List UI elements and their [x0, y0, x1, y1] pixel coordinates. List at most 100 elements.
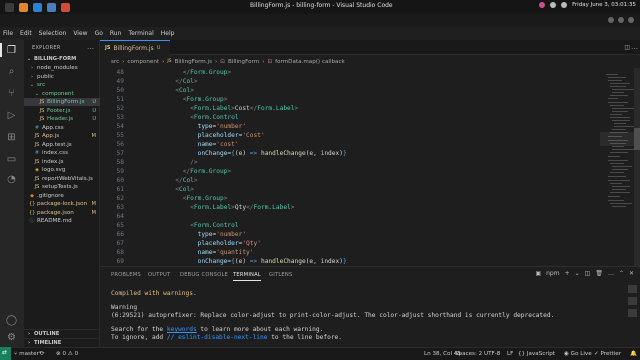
- tab-gitlens[interactable]: GITLENS: [269, 272, 292, 278]
- tree-item[interactable]: › node_modules: [24, 64, 100, 72]
- tree-item[interactable]: {} package-lock.json M: [24, 200, 100, 208]
- maximize-panel-icon[interactable]: ⌃: [619, 270, 624, 277]
- encoding[interactable]: UTF-8: [484, 351, 500, 357]
- tree-item[interactable]: ⌄ component: [24, 90, 100, 98]
- terminal-instance-icon[interactable]: [628, 285, 637, 293]
- minimize-button[interactable]: [608, 17, 614, 23]
- tree-item[interactable]: JS BillingForm.js U: [24, 98, 100, 107]
- gitlens-icon[interactable]: ◔: [5, 174, 18, 186]
- language-mode[interactable]: {} JavaScript: [518, 351, 555, 357]
- terminal-instance-icon[interactable]: [628, 297, 637, 305]
- problems-indicator[interactable]: ⊗ 0 ⚠ 0: [56, 351, 78, 357]
- project-root[interactable]: ⌄ BILLING-FORM: [24, 55, 100, 63]
- crumb-src[interactable]: src: [111, 59, 119, 65]
- tree-item[interactable]: JS index.js: [24, 158, 100, 166]
- files-icon[interactable]: [47, 2, 56, 12]
- accounts-icon[interactable]: ◯: [5, 315, 18, 327]
- code-line: 66 type='number': [100, 230, 600, 239]
- tree-item[interactable]: # index.css: [24, 149, 100, 157]
- code-editor[interactable]: 48 </Form.Group> 49 </Col> 50 <Col> 51 <For…: [100, 68, 600, 266]
- tab-terminal[interactable]: TERMINAL: [233, 272, 261, 281]
- line-number: 64: [116, 213, 124, 220]
- search-icon[interactable]: ⌕: [5, 66, 18, 78]
- code-token: />: [190, 159, 198, 166]
- clock[interactable]: Friday June 3, 03:01:35: [572, 2, 636, 8]
- vscode-dock-icon[interactable]: [33, 2, 42, 12]
- split-terminal-icon[interactable]: ◫: [585, 270, 591, 277]
- tree-item[interactable]: ◆ .gitignore: [24, 192, 100, 200]
- trash-icon[interactable]: 🗑: [595, 270, 603, 277]
- keywords-link[interactable]: keywords: [167, 326, 197, 333]
- close-button[interactable]: [628, 17, 634, 23]
- crumb-component-symbol[interactable]: BillingForm: [228, 59, 259, 65]
- tab-output[interactable]: OUTPUT: [148, 272, 170, 278]
- menu-selection[interactable]: Selection: [39, 30, 67, 37]
- remote-explorer-icon[interactable]: ▭: [5, 154, 18, 166]
- code-line: 60 </Col>: [100, 176, 600, 185]
- crumb-file[interactable]: BillingForm.js: [175, 59, 213, 65]
- crumb-callback[interactable]: formData.map() callback: [275, 59, 345, 65]
- menu-help[interactable]: Help: [161, 30, 175, 37]
- editor-more-icon[interactable]: …: [631, 43, 638, 51]
- branch-indicator[interactable]: ⑂ master*: [14, 351, 42, 357]
- firefox-icon[interactable]: [19, 2, 28, 12]
- minimap[interactable]: [600, 68, 640, 266]
- menu-edit[interactable]: Edit: [20, 30, 32, 37]
- outline-section[interactable]: › OUTLINE: [24, 329, 100, 337]
- dropdown-chevron-icon[interactable]: ⌄: [575, 270, 580, 277]
- apps-grid-icon[interactable]: [5, 2, 14, 12]
- tree-item[interactable]: › public: [24, 73, 100, 81]
- source-control-icon[interactable]: ⑂: [5, 88, 18, 100]
- prettier-status[interactable]: ✓ Prettier: [594, 351, 621, 357]
- notifications-icon[interactable]: 🔔: [630, 351, 637, 357]
- close-panel-icon[interactable]: ✕: [629, 270, 634, 277]
- sync-icon[interactable]: ⟳: [40, 351, 45, 357]
- tree-item-label: node_modules: [37, 65, 78, 71]
- explorer-icon[interactable]: ❐: [5, 45, 18, 57]
- run-debug-icon[interactable]: ▷: [5, 110, 18, 122]
- tree-item[interactable]: {} package.json M: [24, 209, 100, 217]
- tree-item[interactable]: ◈ logo.svg: [24, 166, 100, 174]
- more-actions-icon[interactable]: …: [87, 43, 94, 51]
- tray-app-icon[interactable]: [539, 2, 546, 8]
- tab-billingform[interactable]: JS BillingForm.js U: [100, 40, 170, 55]
- tree-item[interactable]: JS Footer.js U: [24, 107, 100, 115]
- tab-problems[interactable]: PROBLEMS: [111, 272, 141, 278]
- tree-item[interactable]: JS Header.js U: [24, 115, 100, 123]
- tree-item[interactable]: ⌄ src: [24, 81, 100, 89]
- tree-item[interactable]: ⓘ README.md: [24, 217, 100, 225]
- tree-item[interactable]: JS reportWebVitals.js: [24, 175, 100, 183]
- split-editor-icon[interactable]: ◫: [624, 44, 630, 51]
- menu-file[interactable]: File: [3, 30, 13, 37]
- chrome-icon[interactable]: [61, 2, 70, 12]
- terminal-instance-icon[interactable]: [628, 309, 637, 317]
- terminal-shell-label[interactable]: npm: [546, 270, 559, 277]
- line-ending[interactable]: LF: [507, 351, 513, 357]
- tree-item[interactable]: # App.css: [24, 124, 100, 132]
- bluetooth-icon[interactable]: [550, 2, 557, 8]
- crumb-component[interactable]: component: [127, 59, 159, 65]
- go-live-button[interactable]: ◉ Go Live: [564, 351, 592, 357]
- code-token: Col: [179, 87, 191, 94]
- javascript-file-icon: JS: [34, 184, 40, 190]
- new-terminal-icon[interactable]: +: [565, 270, 570, 277]
- settings-gear-icon[interactable]: ⚙: [5, 332, 18, 344]
- javascript-file-icon: JS: [39, 116, 45, 122]
- code-line: 61 <Col>: [100, 185, 600, 194]
- more-actions-icon[interactable]: …: [608, 270, 614, 277]
- menu-terminal[interactable]: Terminal: [128, 30, 153, 37]
- timeline-section[interactable]: › TIMELINE: [24, 338, 100, 346]
- tree-item[interactable]: JS App.test.js: [24, 141, 100, 149]
- remote-icon: ⇄: [2, 349, 8, 356]
- tab-debug-console[interactable]: DEBUG CONSOLE: [180, 272, 228, 278]
- tree-item[interactable]: JS App.js M: [24, 132, 100, 140]
- network-icon[interactable]: [561, 2, 568, 8]
- extensions-icon[interactable]: ⊞: [5, 132, 18, 144]
- menu-view[interactable]: View: [73, 30, 87, 37]
- menu-go[interactable]: Go: [95, 30, 103, 37]
- remote-indicator[interactable]: ⇄: [0, 347, 11, 360]
- indentation[interactable]: Spaces: 2: [455, 351, 482, 357]
- menu-run[interactable]: Run: [110, 30, 122, 37]
- maximize-button[interactable]: [618, 17, 624, 23]
- tree-item[interactable]: JS setupTests.js: [24, 183, 100, 191]
